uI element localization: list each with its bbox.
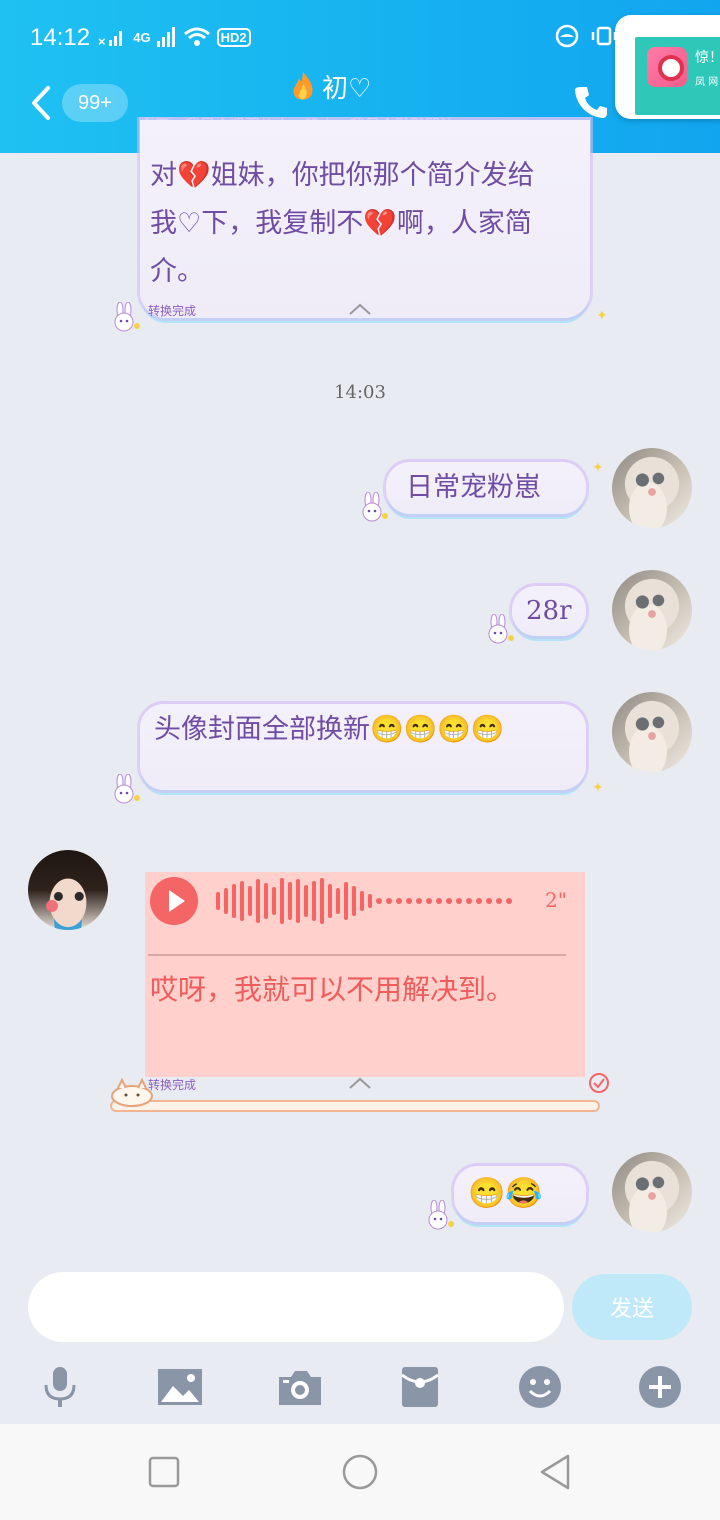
red-packet-icon — [401, 1367, 439, 1407]
my-avatar[interactable] — [612, 448, 692, 528]
chat-title-wrap[interactable]: 初♡ — [290, 68, 371, 105]
more-button[interactable] — [636, 1363, 684, 1411]
eye-care-icon — [555, 24, 579, 48]
status-icons — [555, 24, 619, 48]
voice-duration: 2" — [545, 888, 567, 912]
friend-avatar[interactable] — [28, 850, 108, 930]
bunny-icon — [488, 614, 514, 644]
voice-waveform — [216, 876, 512, 926]
plus-icon — [639, 1366, 681, 1408]
emoji-icon — [519, 1366, 561, 1408]
system-nav-bar — [0, 1424, 720, 1520]
play-voice-button[interactable] — [150, 877, 198, 925]
conversion-status: 转换完成 — [148, 1078, 197, 1092]
home-icon[interactable] — [340, 1452, 380, 1492]
message-bubble-4[interactable]: 头像封面全部换新😁😁😁😁 — [140, 704, 586, 790]
message-text: 日常宠粉崽 — [406, 472, 541, 503]
floating-app-widget[interactable]: 惊！ 凤 网 — [615, 15, 720, 119]
sparkle-icon: ✦ — [592, 460, 604, 476]
call-button[interactable] — [573, 84, 609, 120]
widget-headline: 惊！ — [695, 50, 720, 66]
signal-x-icon: × — [98, 26, 127, 49]
message-text: 😁😂 — [468, 1176, 543, 1211]
message-timestamp: 14:03 — [334, 382, 386, 403]
bunny-icon — [428, 1200, 454, 1230]
collapse-caret-icon[interactable] — [348, 302, 372, 316]
check-icon — [589, 1073, 609, 1093]
sparkle-icon: ✦ — [592, 780, 604, 796]
hd-indicator: HD2 — [216, 27, 251, 47]
red-packet-button[interactable] — [396, 1363, 444, 1411]
send-button[interactable]: 发送 — [572, 1274, 692, 1340]
bunny-icon — [114, 302, 140, 332]
voice-input-button[interactable] — [36, 1363, 84, 1411]
unread-count-badge[interactable]: 99+ — [62, 84, 128, 122]
collapse-caret-icon[interactable] — [348, 1076, 372, 1090]
gallery-button[interactable] — [156, 1363, 204, 1411]
input-toolbar — [0, 1355, 720, 1415]
message-bubble-2[interactable]: 日常宠粉崽 — [386, 462, 586, 514]
nav-back-icon[interactable] — [536, 1452, 576, 1492]
signal-icon — [156, 27, 175, 47]
voice-transcript: 哎呀，我就可以不用解决到。 — [150, 973, 515, 1006]
my-avatar[interactable] — [612, 692, 692, 772]
chevron-left-icon — [32, 86, 50, 120]
chat-title: 初♡ — [322, 74, 372, 104]
message-text: 对💔姐妹，你把你那个简介发给我♡下，我复制不💔啊，人家简介。 — [150, 160, 535, 287]
sparkle-icon: ✦ — [596, 308, 608, 324]
microphone-icon — [44, 1367, 76, 1407]
cat-decoration — [110, 1100, 600, 1112]
phone-icon — [575, 87, 607, 118]
emoji-button[interactable] — [516, 1363, 564, 1411]
my-avatar[interactable] — [612, 1152, 692, 1232]
network-indicator: × 4G HD2 — [98, 24, 251, 50]
message-bubble-1[interactable]: 对💔姐妹，你把你那个简介发给我♡下，我复制不💔啊，人家简介。 — [140, 120, 590, 318]
flame-icon — [293, 71, 313, 100]
app-icon — [647, 47, 687, 87]
camera-button[interactable] — [276, 1363, 324, 1411]
message-input[interactable] — [28, 1272, 564, 1342]
message-text: 28r — [526, 596, 572, 626]
my-avatar[interactable] — [612, 570, 692, 650]
widget-subline: 凤 网 — [695, 77, 719, 88]
message-bubble-3[interactable]: 28r — [512, 586, 586, 636]
wifi-icon — [183, 27, 210, 46]
conversion-status: 转换完成 — [148, 304, 197, 318]
image-icon — [158, 1369, 202, 1405]
message-text: 头像封面全部换新😁😁😁😁 — [154, 714, 505, 745]
bunny-icon — [114, 774, 140, 804]
bunny-icon — [362, 492, 388, 522]
network-type: 4G — [133, 29, 151, 45]
recent-apps-icon[interactable] — [144, 1452, 184, 1492]
status-time: 14:12 — [30, 24, 91, 51]
message-bubble-5[interactable]: 😁😂 — [454, 1166, 586, 1222]
camera-icon — [279, 1371, 321, 1405]
back-button[interactable] — [28, 84, 58, 122]
voice-divider — [148, 954, 566, 956]
